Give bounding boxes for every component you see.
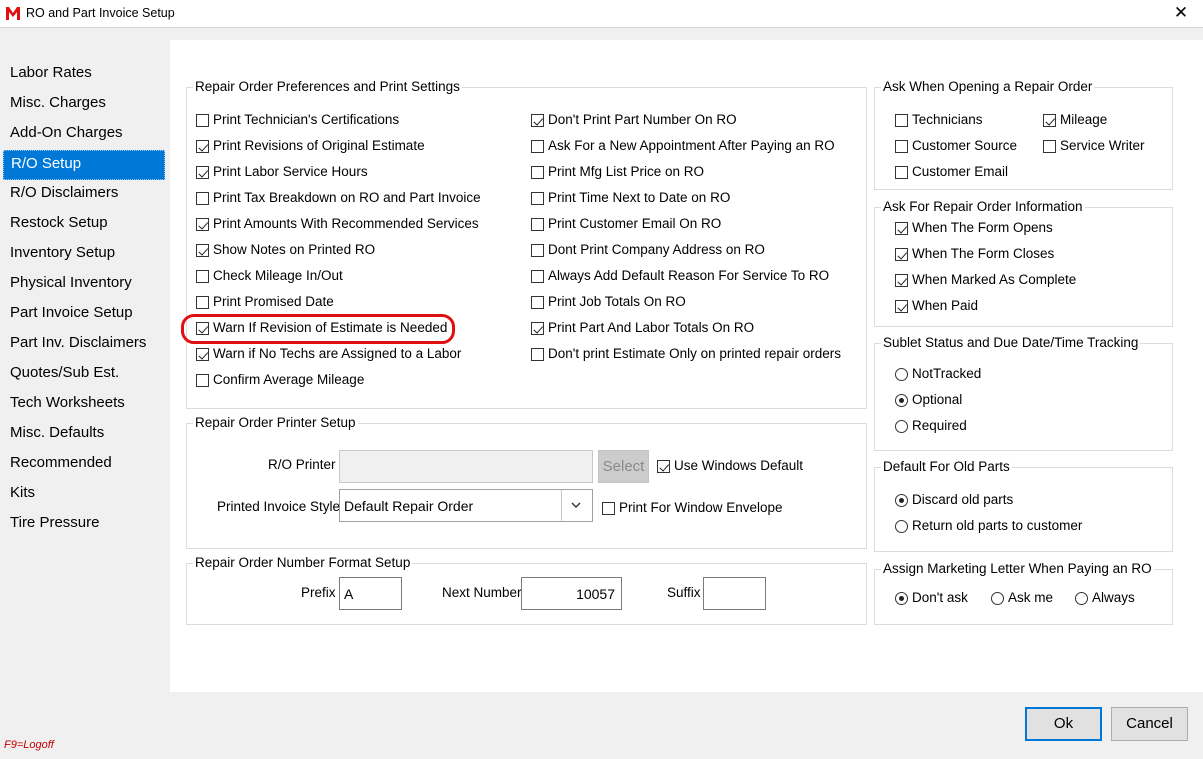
checkbox-checked: [531, 114, 544, 127]
radio-selected: [895, 592, 908, 605]
logoff-hotkey-hint: F9=Logoff: [4, 739, 54, 751]
chevron-down-icon: [571, 502, 581, 508]
checkbox-unchecked: [531, 166, 544, 179]
checkbox-checked: [895, 248, 908, 261]
checkbox-unchecked: [196, 270, 209, 283]
radio-unselected: [895, 368, 908, 381]
radio-selected: [895, 494, 908, 507]
sidebar-item-misc-defaults[interactable]: Misc. Defaults: [3, 420, 165, 450]
printer-group: Repair Order Printer Setup: [186, 415, 867, 549]
sidebar-item-add-on-charges[interactable]: Add-On Charges: [3, 120, 165, 150]
sidebar-item-ro-setup[interactable]: R/O Setup: [3, 150, 165, 180]
m-logo-icon: [6, 7, 20, 20]
sidebar-item-kits[interactable]: Kits: [3, 480, 165, 510]
radio-unselected: [895, 520, 908, 533]
suffix-field[interactable]: [703, 577, 766, 610]
sidebar-item-ro-disclaimers[interactable]: R/O Disclaimers: [3, 180, 165, 210]
checkbox-checked: [895, 222, 908, 235]
ro-printer-label: R/O Printer: [268, 457, 336, 472]
checkbox-unchecked: [602, 502, 615, 515]
checkbox-unchecked: [895, 166, 908, 179]
sublet-group-title: Sublet Status and Due Date/Time Tracking: [881, 335, 1141, 351]
sidebar-item-restock-setup[interactable]: Restock Setup: [3, 210, 165, 240]
title-divider: [0, 27, 1203, 28]
radio-unselected: [991, 592, 1004, 605]
radio-selected: [895, 394, 908, 407]
sidebar-item-tire-pressure[interactable]: Tire Pressure: [3, 510, 165, 540]
checkbox-checked: [196, 140, 209, 153]
prefs-group-title: Repair Order Preferences and Print Setti…: [193, 79, 462, 95]
checkbox-checked: [1043, 114, 1056, 127]
checkbox-checked: [895, 274, 908, 287]
checkbox-unchecked: [531, 270, 544, 283]
suffix-label: Suffix: [667, 585, 701, 600]
checkbox-unchecked: [531, 140, 544, 153]
dropdown-divider: [561, 490, 562, 521]
checkbox-unchecked: [196, 114, 209, 127]
title-bar: [0, 0, 1203, 27]
checkbox-checked: [657, 460, 670, 473]
checkbox-unchecked: [895, 140, 908, 153]
number-format-group-title: Repair Order Number Format Setup: [193, 555, 413, 571]
sidebar-item-recommended[interactable]: Recommended: [3, 450, 165, 480]
next-number-label: Next Number: [442, 585, 522, 600]
marketing-group-title: Assign Marketing Letter When Paying an R…: [881, 561, 1154, 577]
checkbox-unchecked: [196, 296, 209, 309]
checkbox-checked: [196, 166, 209, 179]
sidebar-item-inventory-setup[interactable]: Inventory Setup: [3, 240, 165, 270]
sidebar-item-part-invoice-setup[interactable]: Part Invoice Setup: [3, 300, 165, 330]
ask-info-group-title: Ask For Repair Order Information: [881, 199, 1085, 215]
sidebar-item-misc-charges[interactable]: Misc. Charges: [3, 90, 165, 120]
checkbox-unchecked: [531, 348, 544, 361]
next-number-field[interactable]: 10057: [521, 577, 622, 610]
invoice-style-value: Default Repair Order: [344, 498, 474, 514]
invoice-style-label: Printed Invoice Style: [217, 499, 341, 514]
checkbox-unchecked: [531, 296, 544, 309]
red-highlight-annotation: [181, 314, 455, 344]
prefix-field[interactable]: A: [339, 577, 402, 610]
checkbox-checked: [196, 244, 209, 257]
ok-button[interactable]: Ok: [1025, 707, 1102, 741]
sidebar-item-physical-inventory[interactable]: Physical Inventory: [3, 270, 165, 300]
checkbox-checked: [196, 348, 209, 361]
select-printer-button[interactable]: Select: [598, 450, 649, 483]
checkbox-unchecked: [1043, 140, 1056, 153]
ask-opening-group-title: Ask When Opening a Repair Order: [881, 79, 1095, 95]
sidebar-item-part-inv-disclaimers[interactable]: Part Inv. Disclaimers: [3, 330, 165, 360]
checkbox-unchecked: [531, 244, 544, 257]
checkbox-checked: [196, 218, 209, 231]
sidebar-item-quotes-sub-est[interactable]: Quotes/Sub Est.: [3, 360, 165, 390]
sidebar-item-labor-rates[interactable]: Labor Rates: [3, 60, 165, 90]
checkbox-unchecked: [895, 114, 908, 127]
checkbox-checked: [895, 300, 908, 313]
checkbox-unchecked: [531, 192, 544, 205]
checkbox-unchecked: [196, 374, 209, 387]
sidebar-item-tech-worksheets[interactable]: Tech Worksheets: [3, 390, 165, 420]
printer-group-title: Repair Order Printer Setup: [193, 415, 358, 431]
prefix-label: Prefix: [301, 585, 336, 600]
radio-unselected: [895, 420, 908, 433]
cancel-button[interactable]: Cancel: [1111, 707, 1188, 741]
close-icon[interactable]: ✕: [1165, 2, 1197, 24]
invoice-style-select[interactable]: Default Repair Order: [339, 489, 593, 522]
radio-unselected: [1075, 592, 1088, 605]
checkbox-checked: [531, 322, 544, 335]
checkbox-unchecked: [531, 218, 544, 231]
old-parts-group-title: Default For Old Parts: [881, 459, 1012, 475]
ro-printer-field[interactable]: [339, 450, 593, 483]
window-title: RO and Part Invoice Setup: [26, 6, 175, 20]
settings-sidebar: Labor Rates Misc. Charges Add-On Charges…: [3, 60, 165, 540]
old-parts-group: Default For Old Parts: [874, 459, 1173, 552]
checkbox-unchecked: [196, 192, 209, 205]
